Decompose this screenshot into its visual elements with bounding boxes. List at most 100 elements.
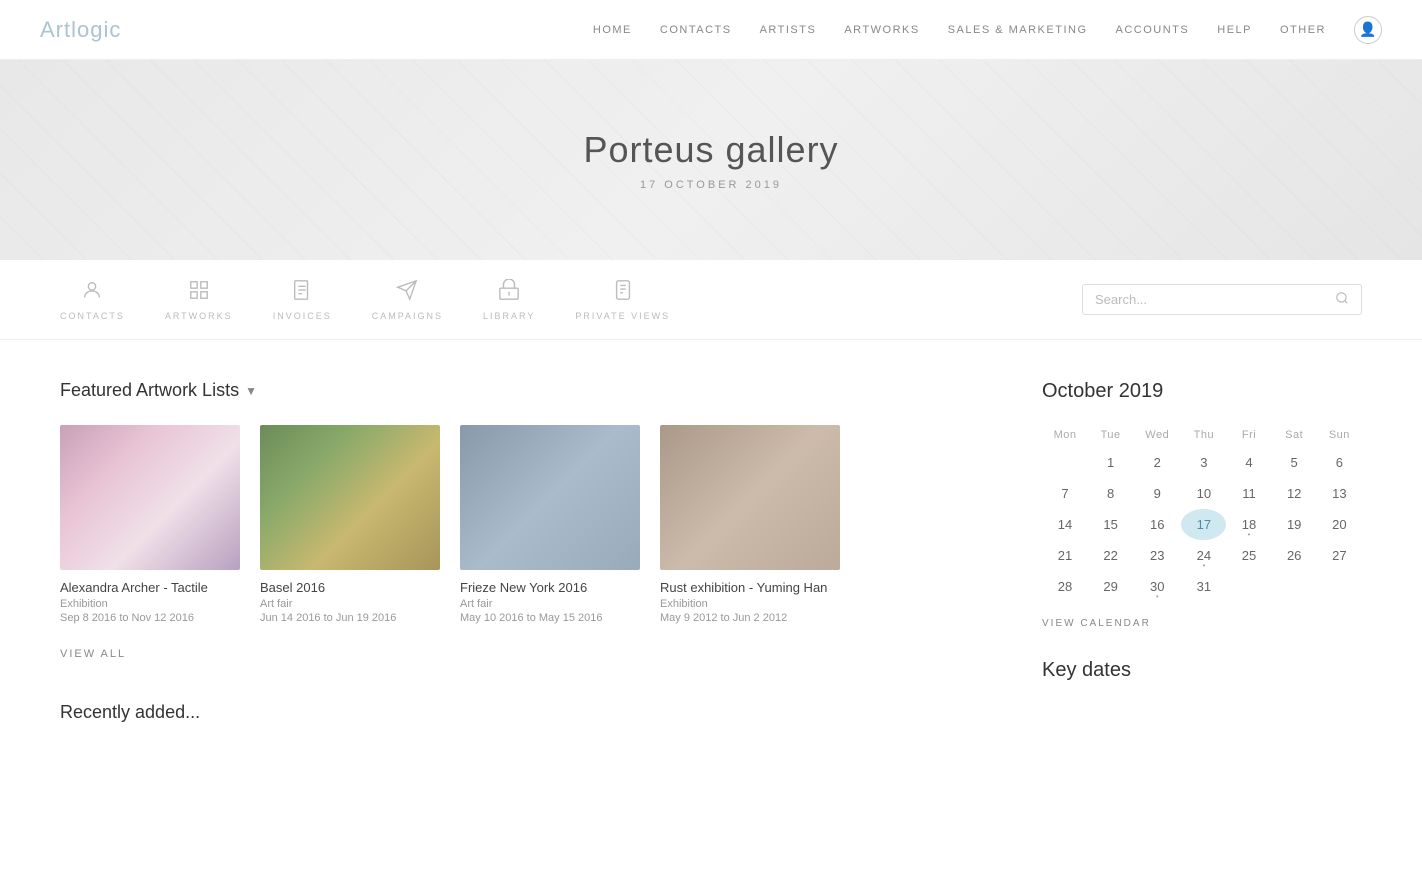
user-avatar[interactable]: 👤 [1354, 16, 1382, 44]
calendar-day[interactable]: 21 [1042, 540, 1088, 571]
calendar-day[interactable]: 27 [1317, 540, 1362, 571]
toolbar-library-label: LIBRARY [483, 311, 535, 321]
calendar-week-row: 123456 [1042, 447, 1362, 478]
calendar-day[interactable]: 25 [1226, 540, 1271, 571]
calendar-day[interactable]: 18 [1226, 509, 1271, 540]
calendar-day[interactable]: 11 [1226, 478, 1271, 509]
calendar-day [1272, 571, 1317, 602]
artwork-dates: May 9 2012 to Jun 2 2012 [660, 612, 840, 624]
artwork-grid: Alexandra Archer - Tactile Exhibition Se… [60, 425, 982, 624]
artworks-icon [188, 279, 210, 307]
view-calendar-link[interactable]: VIEW CALENDAR [1042, 618, 1151, 629]
toolbar-contacts-label: CONTACTS [60, 311, 125, 321]
calendar-day[interactable]: 26 [1272, 540, 1317, 571]
calendar-week-row: 28293031 [1042, 571, 1362, 602]
hero-banner: Porteus gallery 17 OCTOBER 2019 [0, 60, 1422, 260]
campaigns-icon [396, 279, 418, 307]
artwork-card[interactable]: Frieze New York 2016 Art fair May 10 201… [460, 425, 640, 624]
calendar-day[interactable]: 13 [1317, 478, 1362, 509]
nav-artworks[interactable]: ARTWORKS [844, 24, 919, 36]
nav-other[interactable]: OTHER [1280, 24, 1326, 36]
calendar-day-header: Mon [1042, 423, 1088, 447]
privateviews-icon [612, 279, 634, 307]
hero-date: 17 OCTOBER 2019 [640, 179, 782, 191]
nav-accounts[interactable]: ACCOUNTS [1116, 24, 1190, 36]
calendar-day[interactable]: 10 [1181, 478, 1226, 509]
calendar-day[interactable]: 2 [1133, 447, 1181, 478]
calendar-day-header: Thu [1181, 423, 1226, 447]
artwork-thumbnail [660, 425, 840, 570]
calendar-day[interactable]: 17 [1181, 509, 1226, 540]
toolbar-privateviews[interactable]: PRIVATE VIEWS [575, 279, 670, 321]
calendar-day[interactable]: 15 [1088, 509, 1133, 540]
calendar-day-header: Sun [1317, 423, 1362, 447]
calendar-day[interactable]: 22 [1088, 540, 1133, 571]
search-input[interactable] [1095, 292, 1335, 307]
artwork-card[interactable]: Rust exhibition - Yuming Han Exhibition … [660, 425, 840, 624]
calendar-day [1317, 571, 1362, 602]
artwork-type: Exhibition [660, 598, 840, 610]
view-all-link[interactable]: VIEW ALL [60, 648, 126, 660]
toolbar-library[interactable]: LIBRARY [483, 279, 535, 321]
toolbar: CONTACTS ARTWORKS INVOICES [0, 260, 1422, 340]
recently-added-section: Recently added... [60, 702, 982, 723]
artwork-dates: Sep 8 2016 to Nov 12 2016 [60, 612, 240, 624]
artwork-type: Art fair [260, 598, 440, 610]
calendar-day[interactable]: 4 [1226, 447, 1271, 478]
content-left: Featured Artwork Lists ▼ Alexandra Arche… [60, 380, 982, 723]
calendar-day[interactable]: 16 [1133, 509, 1181, 540]
artwork-name: Basel 2016 [260, 580, 440, 595]
calendar-day[interactable]: 12 [1272, 478, 1317, 509]
calendar-day[interactable]: 3 [1181, 447, 1226, 478]
toolbar-items: CONTACTS ARTWORKS INVOICES [60, 279, 1082, 321]
calendar-day[interactable]: 20 [1317, 509, 1362, 540]
calendar-day[interactable]: 30 [1133, 571, 1181, 602]
toolbar-campaigns[interactable]: CAMPAIGNS [372, 279, 443, 321]
calendar-day[interactable]: 28 [1042, 571, 1088, 602]
calendar-day[interactable]: 24 [1181, 540, 1226, 571]
logo[interactable]: Artlogic [40, 17, 121, 43]
contacts-icon [81, 279, 103, 307]
calendar-day-header: Wed [1133, 423, 1181, 447]
featured-section-title: Featured Artwork Lists [60, 380, 239, 401]
calendar-day[interactable]: 19 [1272, 509, 1317, 540]
calendar-day-header: Sat [1272, 423, 1317, 447]
toolbar-artworks[interactable]: ARTWORKS [165, 279, 233, 321]
calendar-day[interactable]: 6 [1317, 447, 1362, 478]
nav-help[interactable]: HELP [1217, 24, 1252, 36]
artwork-thumbnail [60, 425, 240, 570]
nav-sales-marketing[interactable]: SALES & MARKETING [948, 24, 1088, 36]
toolbar-contacts[interactable]: CONTACTS [60, 279, 125, 321]
calendar-day [1226, 571, 1271, 602]
nav-contacts[interactable]: CONTACTS [660, 24, 732, 36]
nav-home[interactable]: HOME [593, 24, 632, 36]
calendar-day [1042, 447, 1088, 478]
calendar-day[interactable]: 8 [1088, 478, 1133, 509]
artwork-card[interactable]: Basel 2016 Art fair Jun 14 2016 to Jun 1… [260, 425, 440, 624]
calendar-day[interactable]: 23 [1133, 540, 1181, 571]
toolbar-campaigns-label: CAMPAIGNS [372, 311, 443, 321]
recently-added-title: Recently added... [60, 702, 982, 723]
featured-dropdown-arrow[interactable]: ▼ [245, 384, 257, 398]
toolbar-privateviews-label: PRIVATE VIEWS [575, 311, 670, 321]
calendar-day[interactable]: 31 [1181, 571, 1226, 602]
artwork-type: Exhibition [60, 598, 240, 610]
toolbar-invoices[interactable]: INVOICES [273, 279, 332, 321]
calendar-day[interactable]: 7 [1042, 478, 1088, 509]
calendar-day[interactable]: 14 [1042, 509, 1088, 540]
artwork-card[interactable]: Alexandra Archer - Tactile Exhibition Se… [60, 425, 240, 624]
calendar-widget: October 2019 MonTueWedThuFriSatSun 12345… [1042, 380, 1362, 631]
artwork-name: Alexandra Archer - Tactile [60, 580, 240, 595]
calendar-day[interactable]: 5 [1272, 447, 1317, 478]
toolbar-invoices-label: INVOICES [273, 311, 332, 321]
gallery-title: Porteus gallery [583, 129, 838, 171]
calendar-day[interactable]: 1 [1088, 447, 1133, 478]
search-box[interactable] [1082, 284, 1362, 315]
library-icon [498, 279, 520, 307]
nav-artists[interactable]: ARTISTS [760, 24, 817, 36]
artwork-type: Art fair [460, 598, 640, 610]
calendar-day[interactable]: 29 [1088, 571, 1133, 602]
search-icon [1335, 291, 1349, 308]
calendar-day[interactable]: 9 [1133, 478, 1181, 509]
calendar-table: MonTueWedThuFriSatSun 123456789101112131… [1042, 423, 1362, 602]
